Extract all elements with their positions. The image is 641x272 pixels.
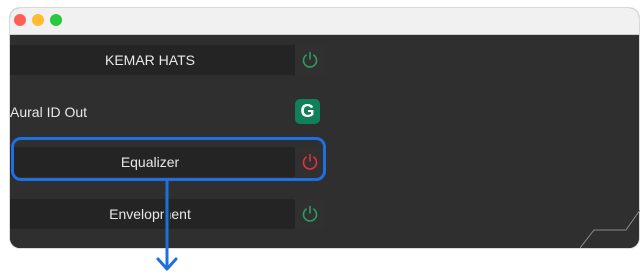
power-icon bbox=[302, 205, 318, 222]
down-arrow-icon bbox=[156, 181, 178, 271]
plugin-label-kemar-hats: KEMAR HATS bbox=[105, 52, 195, 68]
envelopment-power-toggle[interactable] bbox=[295, 199, 325, 229]
power-icon bbox=[302, 51, 318, 68]
plugin-label-envelopment: Envelopment bbox=[109, 206, 191, 222]
aural-id-out-label: Aural ID Out bbox=[10, 104, 88, 120]
app-window: KEMAR HATS Aural ID Out G Equalizer Enve… bbox=[10, 8, 639, 248]
zoom-window-button[interactable] bbox=[50, 14, 62, 26]
g-badge-button[interactable]: G bbox=[295, 99, 320, 124]
close-window-button[interactable] bbox=[14, 14, 26, 26]
background-decoration bbox=[580, 209, 640, 248]
minimize-window-button[interactable] bbox=[32, 14, 44, 26]
plugin-row-kemar-hats[interactable]: KEMAR HATS bbox=[10, 45, 325, 75]
equalizer-highlight-callout bbox=[11, 137, 326, 181]
title-bar bbox=[10, 8, 639, 35]
kemar-power-toggle[interactable] bbox=[295, 45, 325, 75]
